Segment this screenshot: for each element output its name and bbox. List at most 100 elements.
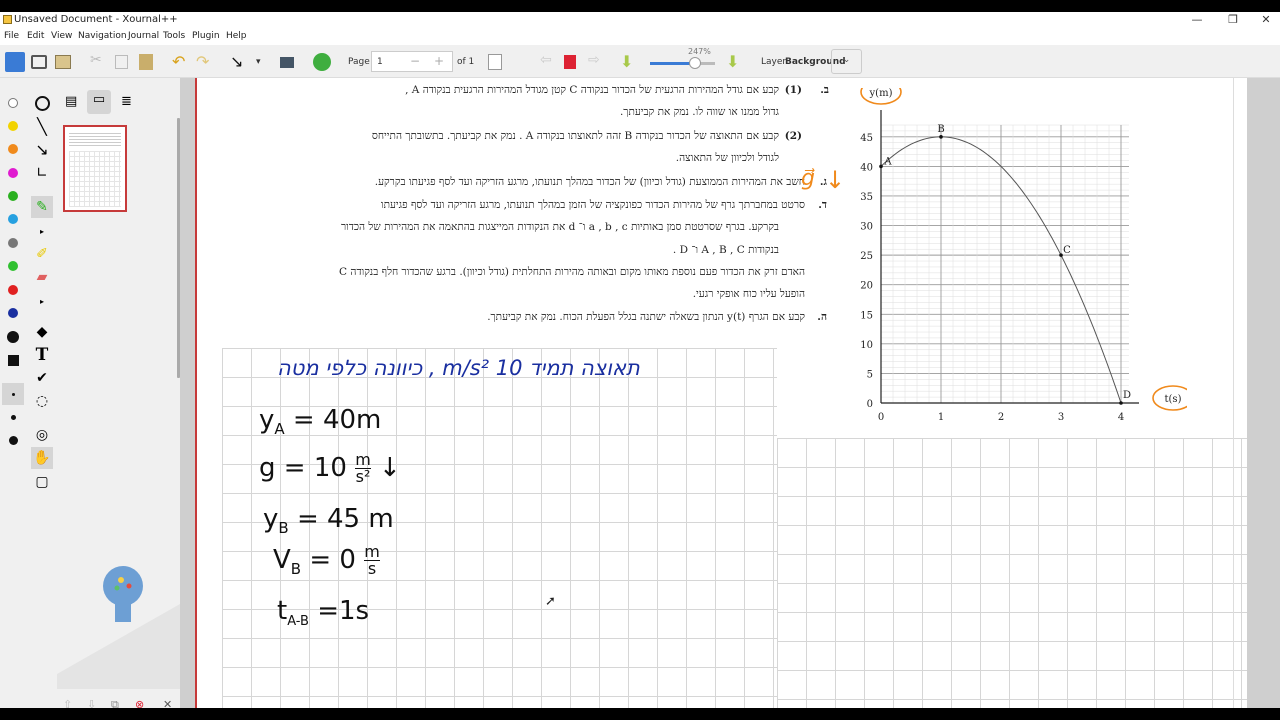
line-tool-icon[interactable]: ↘ [230,52,250,72]
color-blue-icon[interactable] [2,302,24,324]
move-down-icon[interactable]: ⇩ [87,698,96,708]
color-orange-icon[interactable] [2,138,24,160]
menu-plugin[interactable]: Plugin [192,31,220,41]
equation-yb-value: = 45 m [296,504,394,534]
color-red-icon[interactable] [2,279,24,301]
zoom-label: 247% [688,47,711,56]
minimize-icon[interactable]: — [1180,13,1214,26]
hand-tool-icon[interactable]: ✋ [31,447,53,469]
eraser-options-chevron-icon[interactable]: ▸ [31,290,53,312]
equation-yb: yB = 45 m [263,504,394,537]
paste-icon[interactable] [139,54,153,70]
copy-icon[interactable] [115,55,128,69]
equation-g-arrow-icon: ↓ [379,453,401,483]
dropdown-chevron-icon[interactable]: ▾ [256,57,276,77]
menu-file[interactable]: File [4,31,19,41]
line-draw-icon[interactable]: ╲ [31,115,53,137]
menu-view[interactable]: View [51,31,72,41]
document-area[interactable]: קבע אם גודל המהירות הרגעית של הכדור בנקו… [180,78,1280,708]
fill-bucket-icon[interactable]: ◆ [31,321,53,343]
new-page-icon[interactable] [31,55,47,69]
y-tick-label: 30 [860,222,873,233]
axis-draw-icon[interactable]: ∟ [31,162,53,184]
zoom-slider-handle[interactable] [689,57,701,69]
move-up-icon[interactable]: ⇧ [63,698,72,708]
y-tick-label: 25 [860,251,873,262]
page-down-icon[interactable]: ⇨ [588,52,608,72]
menu-edit[interactable]: Edit [27,31,44,41]
y-tick-label: 5 [867,369,873,380]
page-up-icon[interactable]: ⇦ [540,52,560,72]
select-lasso-icon[interactable]: ◌ [31,390,53,412]
point-label-c: C [1063,245,1071,256]
problem-line-9: האדם זרק את הכדור פעם נוספת מאותו מקום ו… [339,266,805,278]
delete-page-icon[interactable] [564,55,576,69]
undo-icon[interactable]: ↶ [172,52,192,72]
screen-icon[interactable] [280,57,294,68]
problem-line-5: חשב את המהירות הממוצעת (גודל וכיוון) של … [374,176,805,188]
page-count: of 1 [457,57,475,67]
app-icon [3,15,12,24]
delete-icon[interactable]: ⊗ [135,698,144,708]
color-cyan-icon[interactable] [2,208,24,230]
problem-line-8: בנקודות A , B , C ו־ D . [672,244,779,256]
select-region-icon[interactable]: ◎ [31,424,53,446]
preview-tab-layers-icon[interactable]: ▭ [87,90,111,114]
size-thick-icon[interactable] [2,429,24,451]
decrement-icon[interactable]: − [410,54,420,68]
insert-page-icon[interactable] [488,54,502,70]
preview-tab-stack-icon[interactable]: ≣ [121,94,132,109]
increment-icon[interactable]: + [434,54,444,68]
preview-tab-pages-icon[interactable]: ▤ [65,94,77,109]
cut-icon[interactable]: ✂ [90,52,110,72]
size-large-icon[interactable] [2,326,24,348]
size-medium-icon[interactable] [2,406,24,428]
problem-line-1-num: (1) [784,84,802,96]
color-magenta-icon[interactable] [2,162,24,184]
color-lime-icon[interactable] [2,255,24,277]
close-icon[interactable]: ✕ [1249,13,1280,26]
open-icon[interactable] [55,55,71,69]
redo-icon[interactable]: ↷ [196,52,216,72]
problem-line-2: גדול ממנו או שווה לו. נמק את קביעתך. [619,106,779,118]
menu-tools[interactable]: Tools [163,31,185,41]
problem-line-11-letter: ה. [817,311,827,323]
menu-navigation[interactable]: Navigation [78,31,127,41]
equation-tab-var: t [277,596,288,626]
menu-journal[interactable]: Journal [128,31,159,41]
highlighter-tool-icon[interactable]: ✐ [31,243,53,265]
color-white-icon[interactable] [2,92,24,114]
size-small-icon[interactable] [2,383,24,405]
y-tick-label: 15 [860,310,873,321]
check-tool-icon[interactable]: ✔ [31,367,53,389]
eraser-tool-icon[interactable]: ▰ [31,266,53,288]
zoom-in-icon[interactable]: ⬇ [726,52,746,72]
maximize-icon[interactable]: ❐ [1216,13,1250,26]
pen-tool-icon[interactable]: ✎ [31,196,53,218]
close-panel-icon[interactable]: ✕ [163,698,172,708]
arrow-draw-icon[interactable]: ↘ [31,138,53,160]
color-yellow-icon[interactable] [2,115,24,137]
equation-vb-value: = 0 [309,545,356,575]
color-gray-icon[interactable] [2,232,24,254]
ellipse-tool-icon[interactable] [31,92,53,114]
image-tool-icon[interactable]: ▢ [31,471,53,493]
pen-options-chevron-icon[interactable]: ▸ [31,220,53,242]
color-green-icon[interactable] [2,185,24,207]
zoom-out-icon[interactable]: ⬇ [620,52,640,72]
x-tick-label: 2 [998,412,1004,423]
duplicate-icon[interactable]: ⧉ [111,698,119,708]
refresh-icon[interactable] [313,53,331,71]
equation-yb-sub: B [278,519,289,538]
equation-tab-sub: A-B [287,614,309,630]
page-thumbnail[interactable] [63,125,127,212]
equation-ya-value: = 40m [292,405,382,435]
menu-help[interactable]: Help [226,31,247,41]
document-page[interactable]: קבע אם גודל המהירות הרגעית של הכדור בנקו… [195,78,1247,708]
zoom-slider[interactable] [650,57,715,69]
text-tool-icon[interactable]: T [31,344,53,366]
layer-dropdown-icon[interactable]: ⌄ [831,49,862,74]
fill-square-icon[interactable] [2,349,24,371]
save-icon[interactable] [5,52,25,72]
page-input[interactable]: 1 − + [371,51,453,72]
